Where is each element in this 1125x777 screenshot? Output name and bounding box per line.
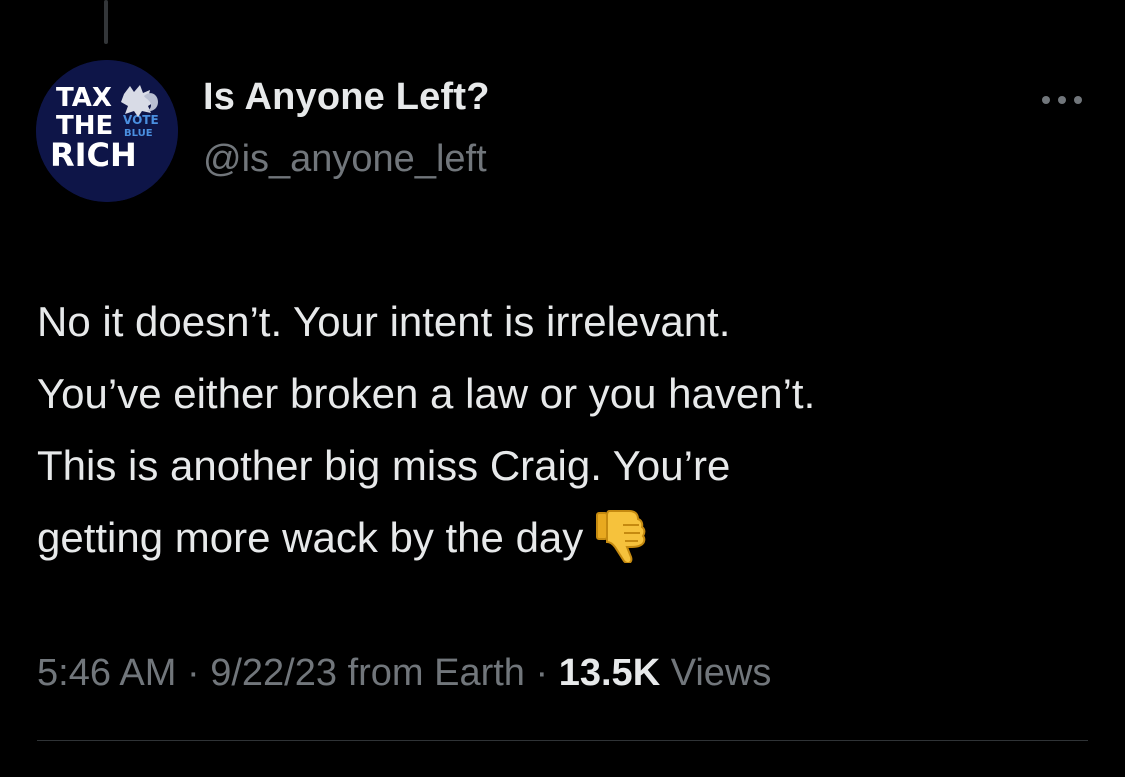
author-display-name[interactable]: Is Anyone Left? [203,76,490,119]
views-count[interactable]: 13.5K [559,652,660,694]
tweet-text: No it doesn’t. Your intent is irrelevant… [37,286,1097,574]
tweet-time[interactable]: 5:46 AM [37,652,176,694]
meta-separator: · [186,652,200,694]
more-options-button[interactable] [1036,86,1088,114]
views-label[interactable]: Views [671,652,772,694]
tweet-text-line: No it doesn’t. Your intent is irrelevant… [37,298,731,345]
avatar-text-rich: RICH [50,136,137,174]
thread-connector-line [104,0,108,44]
avatar-text-vote: VOTE [123,113,159,127]
tweet-text-line: getting more wack by the day [37,514,584,561]
avatar-text-tax: TAX [56,83,112,113]
avatar-logo-image: TAX THE RICH VOTE BLUE [36,60,178,202]
author-handle[interactable]: @is_anyone_left [203,138,487,181]
tweet-date[interactable]: 9/22/23 [210,652,337,694]
thumbs-down-icon [595,507,647,564]
avatar[interactable]: TAX THE RICH VOTE BLUE [36,60,178,202]
more-dots-icon [1042,96,1082,104]
tweet-text-line: This is another big miss Craig. You’re [37,442,731,489]
avatar-text-blue: BLUE [124,128,153,139]
tweet-text-last-line: getting more wack by the day [37,502,1097,574]
divider [37,740,1088,741]
tweet-text-line: You’ve either broken a law or you haven’… [37,370,816,417]
tweet-meta: 5:46 AM · 9/22/23 from Earth · 13.5K Vie… [37,652,771,695]
meta-separator: · [535,652,549,694]
tweet-source: from Earth [347,652,525,694]
